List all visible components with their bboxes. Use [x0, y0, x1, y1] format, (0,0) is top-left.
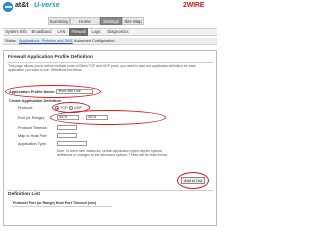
- subtab-diagnostics[interactable]: Diagnostics: [104, 28, 132, 36]
- definition-list-title: Definition List: [8, 192, 40, 197]
- crumb-advanced-configuration[interactable]: Advanced Configuration: [74, 38, 115, 45]
- vendor-logo: 2WIRE: [183, 2, 205, 9]
- subtab-system-info[interactable]: System Info: [4, 28, 28, 36]
- tab-home-network[interactable]: Home Network: [70, 17, 100, 32]
- description-text: This page allows you to define multiple …: [8, 64, 197, 73]
- crumb-applications[interactable]: Applications, Pinholes and DMZ: [19, 38, 73, 45]
- port-range-label: Port (or Range):: [18, 116, 46, 120]
- protocol-label: Protocol:: [18, 106, 33, 110]
- subtab-logs[interactable]: Logs: [89, 28, 103, 36]
- create-definition-label: Create Application Definition: [9, 99, 61, 103]
- map-host-port-label: Map to Host Port:: [18, 134, 48, 138]
- tab-site-map[interactable]: Site Map: [122, 17, 144, 25]
- subtab-lan[interactable]: LAN: [55, 28, 68, 36]
- subtab-broadband[interactable]: Broadband: [29, 28, 54, 36]
- timeout-input[interactable]: [57, 125, 77, 130]
- timeout-label: Protocol Timeout:: [18, 126, 48, 130]
- app-type-label: Application Type:: [18, 142, 47, 146]
- product-name: U-verse: [34, 2, 60, 9]
- highlight-ellipse: [5, 85, 101, 98]
- highlight-ellipse: [50, 110, 166, 125]
- advanced-note: Note: In some rare instances, certain ap…: [57, 149, 168, 158]
- definition-list-header: Protocol Port (or Range) Host Port Timeo…: [13, 201, 97, 205]
- divider: [7, 62, 213, 63]
- section-title: Firewall Application Profile Definition: [8, 55, 93, 60]
- brand-name: at&t: [15, 2, 29, 9]
- divider: [7, 190, 213, 191]
- att-logo-icon: [3, 2, 13, 12]
- map-host-port-input[interactable]: [57, 133, 77, 138]
- tab-settings[interactable]: Settings: [100, 17, 122, 25]
- subtab-firewall[interactable]: Firewall: [69, 28, 88, 36]
- highlight-ellipse: [177, 172, 209, 189]
- app-type-select[interactable]: [57, 141, 87, 146]
- divider: [12, 206, 112, 207]
- crumb-status[interactable]: Status: [5, 38, 16, 45]
- tab-summary[interactable]: Summary: [48, 17, 70, 25]
